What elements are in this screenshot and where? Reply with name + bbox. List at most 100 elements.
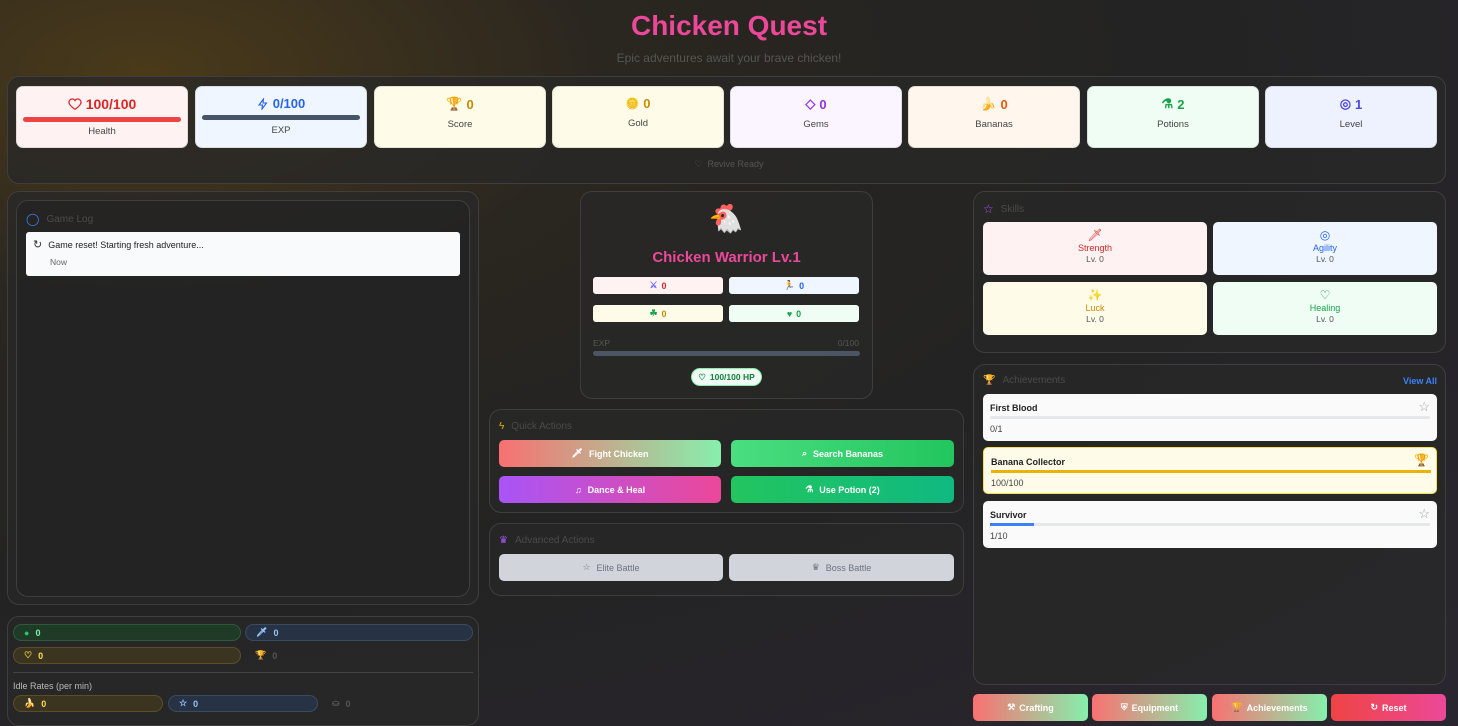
idle-pill-banana: 🍌 0	[13, 695, 163, 712]
idle-value-2: 0	[193, 698, 199, 709]
achievements-header: 🏆 Achievements	[983, 375, 1065, 386]
char-exp-label: EXP	[593, 338, 611, 348]
idle-rates-label: Idle Rates (per min)	[13, 681, 93, 691]
elite-battle-button[interactable]: ☆ Elite Battle	[499, 554, 723, 581]
achievement-progress: 0/1	[990, 424, 1003, 434]
use-potion-button[interactable]: ⚗ Use Potion (2)	[731, 476, 954, 503]
banana-small-icon: 🍌	[24, 698, 36, 708]
page-subtitle: Epic adventures await your brave chicken…	[616, 51, 842, 65]
game-log-header: ◯ Game Log	[26, 212, 93, 226]
equipment-button[interactable]: ⛨ Equipment	[1092, 694, 1207, 721]
search-bananas-button[interactable]: ⌕ Search Bananas	[731, 440, 954, 467]
resource-value-1: 0	[35, 627, 41, 638]
search-label: Search Bananas	[813, 448, 884, 459]
skill-strength[interactable]: 🗡 Strength Lv. 0	[983, 222, 1207, 275]
crown-icon: ♛	[499, 535, 508, 546]
stat-potions: ⚗ 2 Potions	[1087, 86, 1259, 148]
quick-actions-title: Quick Actions	[511, 421, 572, 432]
resource-pill-blue: 🗡 0	[245, 624, 473, 641]
character-name: Chicken Warrior Lv.1	[652, 249, 801, 266]
skill-healing-name: Healing	[1309, 303, 1341, 313]
crafting-button[interactable]: ⚒ Crafting	[973, 694, 1088, 721]
gems-value: 0	[819, 96, 827, 112]
clover-icon: ☘	[649, 308, 658, 318]
resource-pill-plain: 🏆 0	[245, 647, 473, 664]
achievement-first-blood[interactable]: First Blood ☆ 0/1	[983, 394, 1437, 441]
achievement-survivor[interactable]: Survivor ☆ 1/10	[983, 501, 1437, 548]
star-small-icon: ☆	[179, 698, 188, 708]
shield-icon: ⛨	[1120, 702, 1128, 712]
fight-chicken-button[interactable]: 🗡 Fight Chicken	[499, 440, 721, 467]
achievements-button[interactable]: 🏆 Achievements	[1212, 694, 1327, 721]
achievement-name: Banana Collector	[991, 457, 1066, 467]
hp-badge: ♡ 100/100 HP	[691, 368, 762, 386]
target-icon: ◎	[1339, 96, 1352, 111]
achievement-name: First Blood	[990, 403, 1038, 413]
stat-level: ◎ 1 Level	[1265, 86, 1437, 148]
star-outline-icon: ☆	[1418, 506, 1430, 521]
level-label: Level	[1339, 119, 1363, 130]
potions-label: Potions	[1157, 119, 1189, 130]
sparkles-icon: ✨	[1087, 288, 1103, 302]
banana-icon: 🍌	[980, 96, 997, 111]
chicken-avatar: 🐔	[708, 203, 744, 234]
idle-pill-plain: ⛀ 0	[322, 695, 472, 712]
music-icon: ♫	[574, 484, 582, 495]
attr-speed: 🏃 0	[729, 277, 859, 294]
health-label: Health	[88, 126, 116, 137]
green-heart-icon: ♥	[786, 308, 793, 319]
skills-title: Skills	[1000, 203, 1025, 215]
dance-label: Dance & Heal	[587, 484, 646, 495]
stat-gems: ◇ 0 Gems	[730, 86, 902, 148]
achievements-label: Achievements	[1246, 702, 1308, 713]
achievement-name: Survivor	[990, 510, 1027, 520]
trophy-white-icon: 🏆	[1231, 702, 1243, 712]
reset-icon: ↻	[1370, 702, 1379, 712]
potion-icon: ⚗	[805, 484, 814, 494]
skills-header: ☆ Skills	[983, 202, 1024, 216]
revive-status: ♡ Revive Ready	[0, 159, 1458, 170]
heart-green-icon: ♡	[1319, 288, 1331, 302]
achievement-progress-bar	[990, 416, 1430, 419]
attr-luck-value: 0	[661, 308, 667, 319]
reset-label: Reset	[1382, 702, 1407, 713]
hammer-icon: ⚒	[1007, 702, 1016, 712]
achievements-title: Achievements	[1002, 375, 1066, 386]
attr-speed-value: 0	[799, 280, 805, 291]
trophy-icon: 🏆	[446, 96, 463, 111]
quick-actions-header: ϟ Quick Actions	[499, 421, 572, 432]
heart-icon	[68, 98, 82, 111]
skill-agility[interactable]: ◎ Agility Lv. 0	[1213, 222, 1437, 275]
sword-icon: 🗡	[571, 448, 583, 458]
reset-button[interactable]: ↻ Reset	[1331, 694, 1446, 721]
attr-attack: ⚔ 0	[593, 277, 723, 294]
trophy-gold-icon: 🏆	[1414, 453, 1429, 467]
attr-heal-value: 0	[796, 308, 802, 319]
skill-luck-level: Lv. 0	[1086, 314, 1104, 324]
log-entry-text: Game reset! Starting fresh adventure...	[48, 239, 204, 250]
crossed-swords-icon: ⚔	[649, 280, 658, 290]
runner-icon: 🏃	[783, 280, 796, 290]
stat-health: 100/100 Health	[16, 86, 188, 148]
resources-divider	[13, 672, 473, 673]
star-purple-icon: ☆	[983, 202, 994, 216]
skill-healing[interactable]: ♡ Healing Lv. 0	[1213, 282, 1437, 335]
boss-label: Boss Battle	[825, 562, 872, 573]
page-title: Chicken Quest	[630, 10, 828, 41]
boss-battle-button[interactable]: ♛ Boss Battle	[729, 554, 954, 581]
idle-value-1: 0	[41, 698, 47, 709]
resource-value-4: 0	[272, 650, 278, 661]
game-log-title: Game Log	[46, 213, 94, 225]
stat-gold: 🪙 0 Gold	[552, 86, 724, 148]
star-outline-icon: ☆	[1418, 399, 1430, 414]
hp-heart-icon: ♡	[698, 371, 706, 382]
view-all-link[interactable]: View All	[1385, 376, 1437, 386]
refresh-icon: ↻	[33, 239, 43, 251]
skill-luck[interactable]: ✨ Luck Lv. 0	[983, 282, 1207, 335]
hp-text: 100/100 HP	[709, 372, 755, 382]
skill-strength-name: Strength	[1077, 243, 1113, 253]
gold-label: Gold	[627, 118, 649, 129]
achievement-banana-collector[interactable]: Banana Collector 🏆 100/100	[983, 447, 1437, 494]
dance-heal-button[interactable]: ♫ Dance & Heal	[499, 476, 721, 503]
health-bar	[23, 117, 181, 122]
